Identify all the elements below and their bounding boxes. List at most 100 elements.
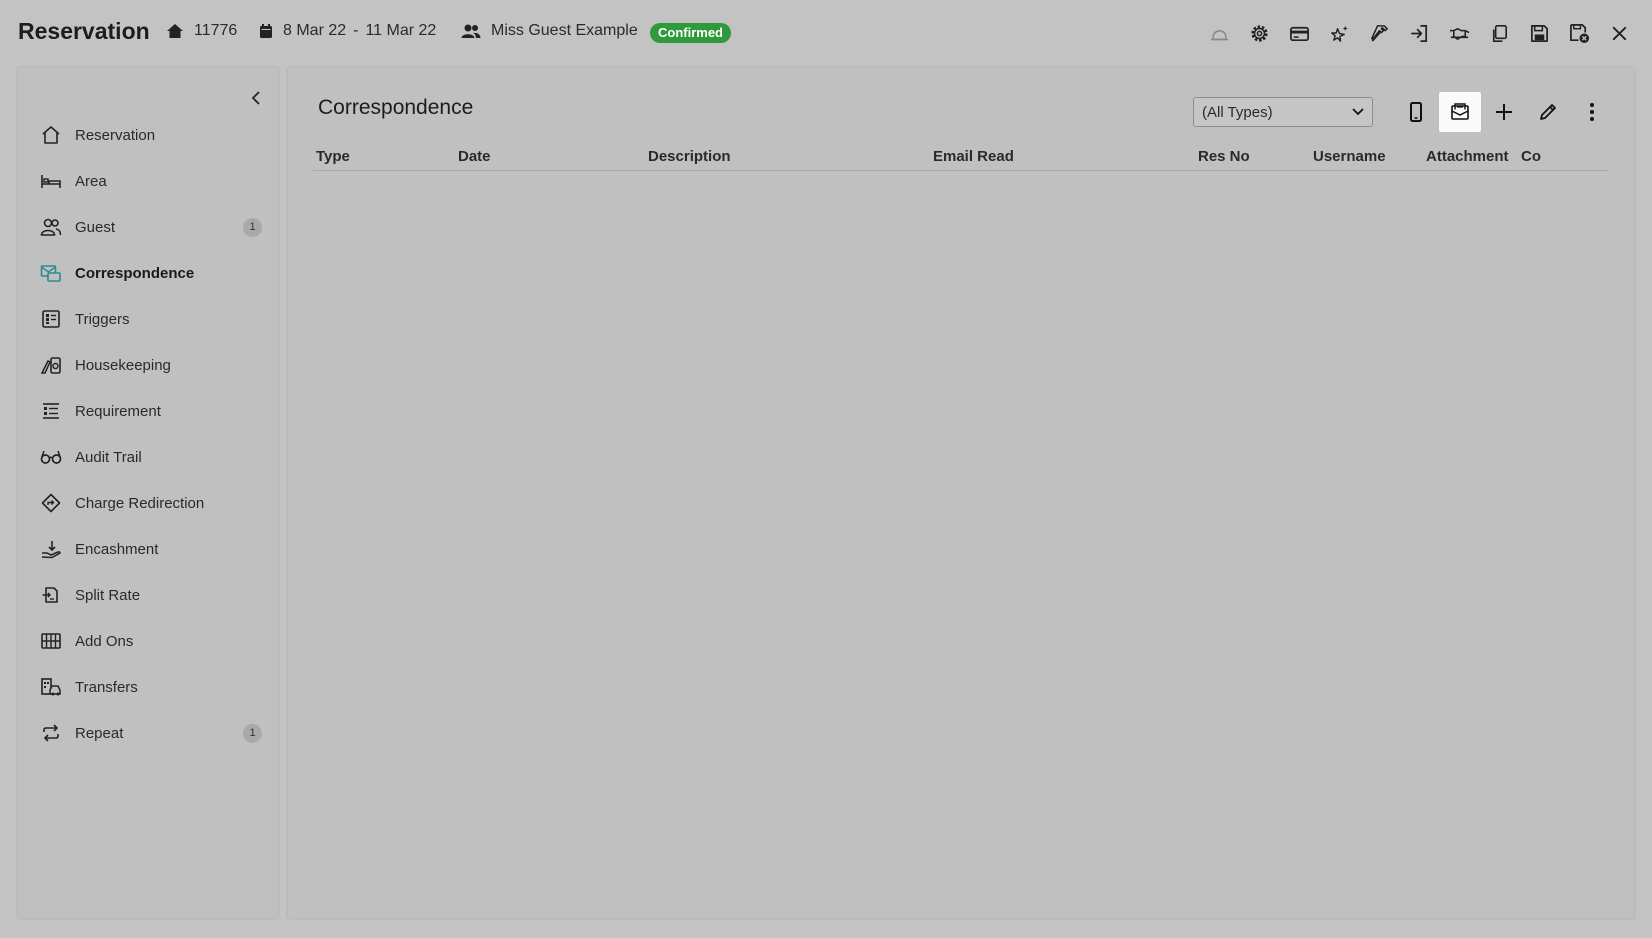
sidebar-item-label: Reservation xyxy=(75,126,156,144)
type-filter-select[interactable]: (All Types) xyxy=(1193,97,1373,127)
chevron-left-icon xyxy=(251,91,260,105)
collapse-sidebar-button[interactable] xyxy=(242,84,270,112)
sparkle-star-icon xyxy=(1330,25,1348,42)
departure-date: 11 Mar 22 xyxy=(365,22,437,39)
panel-actions xyxy=(1395,92,1613,132)
save-icon xyxy=(1530,24,1548,42)
sidebar-item-label: Area xyxy=(75,172,107,190)
sidebar-item-label: Encashment xyxy=(75,540,159,558)
sidebar-item-guest[interactable]: Guest 1 xyxy=(18,204,278,250)
notify-button[interactable] xyxy=(1200,16,1238,50)
column-header-co[interactable]: Co xyxy=(1521,148,1541,165)
correspondence-icon xyxy=(40,262,62,284)
sidebar-item-area[interactable]: Area xyxy=(18,158,278,204)
email-button[interactable] xyxy=(1439,92,1481,132)
tools-button[interactable] xyxy=(1360,16,1398,50)
sign-in-icon xyxy=(1410,24,1427,42)
email-icon xyxy=(1451,103,1469,120)
sidebar-item-label: Transfers xyxy=(75,678,138,696)
sidebar-item-add-ons[interactable]: Add Ons xyxy=(18,618,278,664)
type-filter-value: (All Types) xyxy=(1202,103,1273,121)
column-header-username[interactable]: Username xyxy=(1313,148,1386,165)
sidebar: Reservation Area Guest 1 Correspondence … xyxy=(18,68,278,918)
gear-icon xyxy=(1250,24,1268,42)
add-button[interactable] xyxy=(1483,92,1525,132)
sidebar-item-label: Audit Trail xyxy=(75,448,142,466)
sidebar-item-label: Charge Redirection xyxy=(75,494,205,512)
more-options-button[interactable] xyxy=(1571,92,1613,132)
copy-icon xyxy=(1492,24,1507,42)
sidebar-item-label: Requirement xyxy=(75,402,161,420)
status-badge: Confirmed xyxy=(650,23,731,43)
house-icon xyxy=(40,124,62,146)
correspondence-table-header: Type Date Description Email Read Res No … xyxy=(313,144,1609,171)
save-close-icon xyxy=(1569,23,1589,43)
more-vertical-icon xyxy=(1590,103,1594,121)
count-badge: 1 xyxy=(243,723,262,743)
copy-button[interactable] xyxy=(1480,16,1518,50)
redirect-icon xyxy=(40,492,62,514)
sidebar-item-audit-trail[interactable]: Audit Trail xyxy=(18,434,278,480)
save-close-button[interactable] xyxy=(1560,16,1598,50)
users-icon xyxy=(461,24,481,38)
repeat-icon xyxy=(40,722,62,744)
sidebar-item-label: Correspondence xyxy=(75,264,195,282)
requirement-icon xyxy=(40,400,62,422)
save-button[interactable] xyxy=(1520,16,1558,50)
column-header-email-read[interactable]: Email Read xyxy=(933,148,1014,165)
check-in-button[interactable] xyxy=(1400,16,1438,50)
sidebar-item-encashment[interactable]: Encashment xyxy=(18,526,278,572)
chevron-down-icon xyxy=(1352,108,1364,116)
top-bar: Reservation 11776 8 Mar 22 - 11 Mar 22 M… xyxy=(0,0,1652,66)
page-title: Reservation xyxy=(18,18,150,44)
triggers-icon xyxy=(40,308,62,330)
guest-name: Miss Guest Example xyxy=(461,22,638,40)
sidebar-nav: Reservation Area Guest 1 Correspondence … xyxy=(18,112,278,756)
close-icon xyxy=(1612,26,1626,40)
transfers-icon xyxy=(40,676,62,698)
reservation-number: 11776 xyxy=(166,22,237,40)
hammer-icon xyxy=(1370,24,1388,41)
sms-button[interactable] xyxy=(1395,92,1437,132)
panel-title: Correspondence xyxy=(318,96,474,119)
sidebar-item-transfers[interactable]: Transfers xyxy=(18,664,278,710)
split-rate-icon xyxy=(40,584,62,606)
column-header-type[interactable]: Type xyxy=(316,148,350,165)
column-header-attachment[interactable]: Attachment xyxy=(1426,148,1509,165)
sidebar-item-repeat[interactable]: Repeat 1 xyxy=(18,710,278,756)
settings-button[interactable] xyxy=(1240,16,1278,50)
sidebar-item-label: Housekeeping xyxy=(75,356,171,374)
encashment-icon xyxy=(40,538,62,560)
bell-icon xyxy=(1210,29,1228,40)
count-badge: 1 xyxy=(243,217,262,237)
sidebar-item-label: Guest xyxy=(75,218,116,236)
correspondence-panel: Correspondence (All Types) Type Date Des… xyxy=(288,68,1634,918)
sidebar-item-correspondence[interactable]: Correspondence xyxy=(18,250,278,296)
glasses-icon xyxy=(40,446,62,468)
arrival-date: 8 Mar 22 xyxy=(283,22,347,39)
payment-button[interactable] xyxy=(1280,16,1318,50)
sidebar-item-label: Add Ons xyxy=(75,632,134,650)
column-header-res-no[interactable]: Res No xyxy=(1198,148,1250,165)
bed-icon xyxy=(40,170,62,192)
sidebar-item-split-rate[interactable]: Split Rate xyxy=(18,572,278,618)
sidebar-item-charge-redirection[interactable]: Charge Redirection xyxy=(18,480,278,526)
mobile-icon xyxy=(1410,102,1422,122)
add-ons-icon xyxy=(40,630,62,652)
close-button[interactable] xyxy=(1600,16,1638,50)
handshake-icon xyxy=(1449,27,1469,40)
agreement-button[interactable] xyxy=(1440,16,1478,50)
pencil-icon xyxy=(1540,104,1556,120)
users-icon xyxy=(40,216,62,238)
edit-button[interactable] xyxy=(1527,92,1569,132)
stay-dates: 8 Mar 22 - 11 Mar 22 xyxy=(259,22,436,40)
loyalty-button[interactable] xyxy=(1320,16,1358,50)
sidebar-item-reservation[interactable]: Reservation xyxy=(18,112,278,158)
plus-icon xyxy=(1496,104,1512,120)
column-header-date[interactable]: Date xyxy=(458,148,491,165)
sidebar-item-requirement[interactable]: Requirement xyxy=(18,388,278,434)
housekeeping-icon xyxy=(40,354,62,376)
sidebar-item-housekeeping[interactable]: Housekeeping xyxy=(18,342,278,388)
column-header-description[interactable]: Description xyxy=(648,148,731,165)
sidebar-item-triggers[interactable]: Triggers xyxy=(18,296,278,342)
